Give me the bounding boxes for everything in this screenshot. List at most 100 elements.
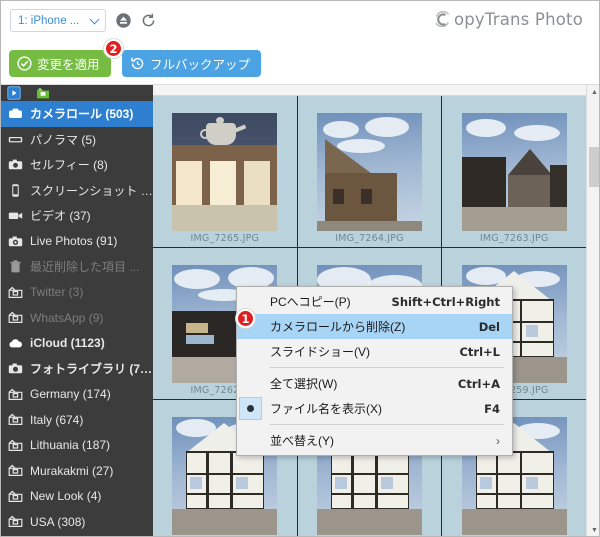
photo-cell[interactable]: IMG_7263.JPG [442, 96, 586, 247]
sidebar-item-12[interactable]: Germany (174) [1, 382, 153, 408]
scroll-thumb[interactable] [589, 147, 599, 187]
sidebar-item-17[interactable]: USA (308) [1, 509, 153, 535]
sidebar-item-label: カメラロール (503) [30, 107, 134, 122]
top-bar: 1: iPhone ... opyTrans Photo [1, 1, 599, 43]
panorama-icon [8, 132, 23, 147]
sidebar-item-1[interactable]: カメラロール (503) [1, 101, 153, 127]
action-bar: 変更を適用 フルバックアップ [1, 43, 599, 85]
sidebar-item-label: New Look (4) [30, 489, 102, 504]
sidebar-item-2[interactable]: パノラマ (5) [1, 127, 153, 153]
context-menu-item-label: スライドショー(V) [270, 345, 370, 359]
context-menu-item-label: 並べ替え(Y) [270, 434, 334, 448]
context-menu-item-shortcut: Ctrl+A [457, 376, 500, 391]
menu-separator [270, 424, 504, 425]
cloud-icon [8, 336, 23, 351]
sidebar: カメラロール (503) パノラマ (5) セルフィー (8) スクリーンショット (… [1, 101, 153, 536]
sidebar-item-7[interactable]: 最近削除した項目 ... [1, 254, 153, 280]
sidebar-item-label: iCloud (1123) [30, 336, 105, 351]
sidebar-item-label: セルフィー (8) [30, 158, 108, 173]
sidebar-item-label: Lithuania (187) [30, 438, 111, 453]
context-menu-item-shortcut: Ctrl+L [459, 344, 500, 359]
context-menu-item-label: カメラロールから削除(Z) [270, 320, 406, 334]
chevron-right-icon: › [496, 433, 500, 448]
sidebar-item-6[interactable]: Live Photos (91) [1, 229, 153, 255]
sidebar-item-3[interactable]: セルフィー (8) [1, 152, 153, 178]
history-clock-icon [130, 56, 145, 71]
album-icon [8, 489, 23, 504]
device-selector[interactable]: 1: iPhone ... [10, 9, 106, 32]
context-menu-item[interactable]: 並べ替え(Y) › [237, 428, 512, 453]
sidebar-item-label: Italy (674) [30, 412, 84, 427]
copytrans-logo-mark [435, 10, 450, 28]
sidebar-tab-strip [1, 85, 153, 101]
badge-step-2: 2 [104, 39, 123, 58]
refresh-icon[interactable] [138, 10, 159, 31]
screenshot-phone-icon [8, 183, 23, 198]
sidebar-item-label: USA (308) [30, 514, 86, 529]
video-camera-icon [8, 208, 23, 223]
sidebar-item-label: Murakakmi (27) [30, 463, 114, 478]
photo-thumbnail [172, 112, 278, 231]
badge-step-1: 1 [236, 309, 255, 328]
chevron-down-icon [91, 16, 100, 25]
copytrans-photo-window: 1: iPhone ... opyTrans Photo 変更を適用 フルバック… [0, 0, 600, 537]
photo-filename: IMG_7263.JPG [479, 233, 549, 244]
vertical-scrollbar[interactable]: ▲ ▼ [586, 85, 599, 536]
trash-icon [8, 259, 23, 274]
sidebar-item-5[interactable]: ビデオ (37) [1, 203, 153, 229]
photo-thumbnail [461, 112, 567, 231]
apply-changes-label: 変更を適用 [37, 58, 100, 72]
eject-icon[interactable] [113, 10, 134, 31]
context-menu-item-label: PCへコピー(P) [270, 295, 351, 309]
tab-video-icon[interactable] [7, 86, 21, 100]
device-selector-label: 1: iPhone ... [18, 14, 80, 27]
context-menu-item-label: ファイル名を表示(X) [270, 402, 382, 416]
photo-filename: IMG_7264.JPG [335, 233, 404, 244]
sidebar-item-14[interactable]: Lithuania (187) [1, 433, 153, 459]
sidebar-item-16[interactable]: New Look (4) [1, 484, 153, 510]
photo-thumbnail [316, 112, 422, 231]
sidebar-item-10[interactable]: iCloud (1123) [1, 331, 153, 357]
photo-cell[interactable]: IMG_7265.JPG [153, 96, 297, 247]
full-backup-label: フルバックアップ [150, 58, 251, 72]
sidebar-item-4[interactable]: スクリーンショット (5) [1, 178, 153, 204]
album-icon [8, 387, 23, 402]
photo-library-icon [8, 361, 23, 376]
sidebar-item-15[interactable]: Murakakmi (27) [1, 458, 153, 484]
scroll-down-arrow-icon[interactable]: ▼ [587, 523, 599, 536]
album-icon [8, 310, 23, 325]
sidebar-item-9[interactable]: WhatsApp (9) [1, 305, 153, 331]
context-menu-item-shortcut: F4 [484, 401, 500, 416]
context-menu-item-label: 全て選択(W) [270, 377, 338, 391]
full-backup-button[interactable]: フルバックアップ [122, 50, 262, 77]
album-icon [8, 463, 23, 478]
menu-separator [270, 367, 504, 368]
context-menu-item[interactable]: PCへコピー(P) Shift+Ctrl+Right [237, 289, 512, 314]
sidebar-item-label: Twitter (3) [30, 285, 84, 300]
photo-filename: IMG_7265.JPG [190, 233, 260, 244]
context-menu-item-shortcut: Shift+Ctrl+Right [391, 294, 500, 309]
sidebar-item-label: フォトライブラリ (700) [30, 362, 153, 377]
sidebar-item-label: 最近削除した項目 ... [30, 260, 140, 275]
apply-changes-button[interactable]: 変更を適用 [9, 50, 111, 77]
sidebar-item-8[interactable]: Twitter (3) [1, 280, 153, 306]
scroll-up-arrow-icon[interactable]: ▲ [587, 85, 599, 100]
album-icon [8, 514, 23, 529]
context-menu-item[interactable]: ファイル名を表示(X) F4 [237, 396, 512, 421]
sidebar-item-label: WhatsApp (9) [30, 310, 104, 325]
selfie-camera-icon [8, 157, 23, 172]
tab-album-icon[interactable] [36, 86, 50, 100]
sidebar-item-13[interactable]: Italy (674) [1, 407, 153, 433]
album-icon [8, 285, 23, 300]
context-menu-item[interactable]: カメラロールから削除(Z) Del [237, 314, 512, 339]
sidebar-item-11[interactable]: フォトライブラリ (700) [1, 356, 153, 382]
radio-checked-icon [239, 397, 262, 420]
photo-cell[interactable]: IMG_7264.JPG [297, 96, 442, 247]
context-menu-item[interactable]: 全て選択(W) Ctrl+A [237, 371, 512, 396]
sidebar-item-label: Live Photos (91) [30, 234, 118, 249]
app-logo-text: opyTrans Photo [453, 10, 583, 29]
context-menu-item[interactable]: スライドショー(V) Ctrl+L [237, 339, 512, 364]
album-icon [8, 438, 23, 453]
sidebar-item-label: ビデオ (37) [30, 209, 91, 224]
check-circle-icon [17, 56, 32, 71]
